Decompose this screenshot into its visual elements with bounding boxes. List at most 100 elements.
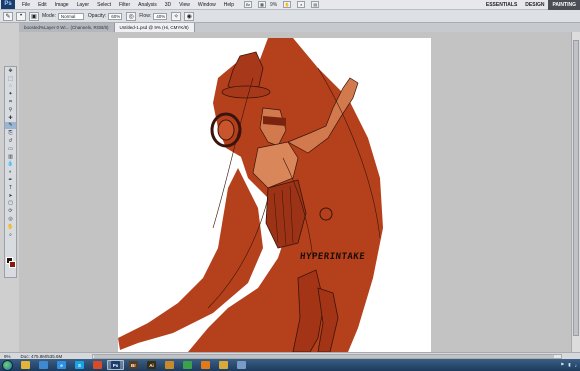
- menu-3d[interactable]: 3D: [161, 0, 175, 10]
- bridge-icon-glyph: Br: [129, 361, 138, 369]
- type-tool-icon[interactable]: T: [5, 184, 16, 192]
- airbrush-icon[interactable]: ✧: [171, 11, 182, 21]
- 3d-rotate-tool-icon[interactable]: ⟳: [5, 207, 16, 215]
- options-bar: ✎ • ▣ Mode: Normal Opacity: 60% ◎ Flow: …: [0, 10, 580, 23]
- dodge-tool-icon[interactable]: ◐: [5, 168, 16, 176]
- menu-filter[interactable]: Filter: [115, 0, 134, 10]
- workspace-switcher: ESSENTIALS DESIGN PAINTING: [482, 0, 580, 10]
- media-player-icon[interactable]: [197, 360, 214, 370]
- vertical-scroll-thumb[interactable]: [573, 40, 579, 336]
- hand-tool-icon[interactable]: ✋: [5, 223, 16, 231]
- workspace-design[interactable]: DESIGN: [521, 0, 548, 10]
- menu-edit[interactable]: Edit: [34, 0, 51, 10]
- media-icon-glyph: [39, 361, 48, 369]
- start-button[interactable]: [2, 359, 13, 371]
- lasso-tool-icon[interactable]: ◌: [5, 83, 16, 91]
- photoshop-logo: Ps: [1, 0, 15, 9]
- folder-icon[interactable]: [17, 360, 34, 370]
- flow-label: Flow:: [139, 13, 152, 19]
- pressure-size-icon[interactable]: ◉: [184, 11, 195, 21]
- status-doc-size: Doc: 475.8M/535.6M: [20, 353, 63, 359]
- gradient-tool-icon[interactable]: ▥: [5, 153, 16, 161]
- background-color-swatch[interactable]: [9, 261, 16, 268]
- illustrator-icon-glyph: Ai: [147, 361, 156, 369]
- tray-network-icon[interactable]: ▮: [568, 362, 570, 368]
- menu-view[interactable]: View: [175, 0, 194, 10]
- bridge-icon[interactable]: Br: [125, 360, 142, 370]
- brush-panel-icon[interactable]: ▣: [29, 11, 39, 21]
- app-icon[interactable]: [233, 360, 250, 370]
- blur-tool-icon[interactable]: 💧: [5, 161, 16, 169]
- flow-field[interactable]: 40%: [153, 12, 168, 20]
- horizontal-scrollbar[interactable]: [92, 353, 563, 359]
- zoom-level[interactable]: 9%: [270, 2, 277, 8]
- arrange-documents-icon[interactable]: ▤: [311, 1, 320, 8]
- document-canvas[interactable]: HYPERINTAKE: [118, 38, 431, 352]
- skype-icon-glyph: S: [75, 361, 84, 369]
- move-tool-icon[interactable]: ✥: [5, 67, 16, 75]
- menu-help[interactable]: Help: [220, 0, 238, 10]
- canvas-area: HYPERINTAKE: [19, 32, 571, 352]
- healing-brush-tool-icon[interactable]: ✚: [5, 114, 16, 122]
- menu-layer[interactable]: Layer: [73, 0, 94, 10]
- pen-tool-icon[interactable]: ✒: [5, 176, 16, 184]
- signature-text: HYPERINTAKE: [299, 252, 366, 262]
- crop-tool-icon[interactable]: ⌗: [5, 98, 16, 106]
- clone-stamp-tool-icon[interactable]: ⎘: [5, 129, 16, 137]
- path-select-tool-icon[interactable]: ➤: [5, 192, 16, 200]
- eraser-tool-icon[interactable]: ▭: [5, 145, 16, 153]
- eyedropper-tool-icon[interactable]: ⚲: [5, 106, 16, 114]
- status-bar: 9% Doc: 475.8M/535.6M: [0, 352, 580, 359]
- illustrator-icon[interactable]: Ai: [143, 360, 160, 370]
- menu-window[interactable]: Window: [194, 0, 220, 10]
- brush-preset-icon[interactable]: ✎: [3, 11, 13, 21]
- media-icon[interactable]: [35, 360, 52, 370]
- marquee-tool-icon[interactable]: ⬚: [5, 75, 16, 83]
- menu-file[interactable]: File: [18, 0, 34, 10]
- zoom-tool-icon[interactable]: ⌕: [297, 1, 306, 8]
- chrome-icon-glyph: [183, 361, 192, 369]
- workspace-painting[interactable]: PAINTING: [548, 0, 580, 10]
- hat-brim: [221, 85, 271, 99]
- tray-volume-icon[interactable]: ♪: [575, 363, 577, 368]
- opacity-field[interactable]: 60%: [108, 12, 123, 20]
- menu-image[interactable]: Image: [51, 0, 73, 10]
- pressure-opacity-icon[interactable]: ◎: [126, 11, 137, 21]
- horizontal-scroll-thumb[interactable]: [94, 354, 555, 358]
- skype-icon[interactable]: S: [71, 360, 88, 370]
- media-player-icon-glyph: [201, 361, 210, 369]
- tray-flag-icon[interactable]: ⚑: [560, 362, 564, 368]
- bridge-launch-icon[interactable]: Br: [244, 1, 253, 8]
- taskbar-apps: e S Ps Br Ai: [17, 360, 251, 370]
- tab-document-1[interactable]: boosted%Layer 0 Wi... (Channels, RGB/8): [19, 23, 115, 32]
- photoshop-icon-glyph: Ps: [111, 361, 120, 369]
- status-zoom[interactable]: 9%: [4, 354, 11, 359]
- ie-icon-glyph: e: [57, 361, 66, 369]
- minibridge-icon[interactable]: ▦: [258, 1, 267, 8]
- hand-tool-icon[interactable]: ✋: [283, 1, 292, 8]
- ie-icon[interactable]: e: [53, 360, 70, 370]
- menu-analysis[interactable]: Analysis: [134, 0, 161, 10]
- workspace-essentials[interactable]: ESSENTIALS: [482, 0, 521, 10]
- tab-document-2[interactable]: Untitled-1.psd @ 9% (Hi, CMYK/8): [114, 23, 195, 32]
- chrome-icon[interactable]: [179, 360, 196, 370]
- quick-select-tool-icon[interactable]: ✦: [5, 90, 16, 98]
- shape-tool-icon[interactable]: ▢: [5, 200, 16, 208]
- paint-icon-glyph: [165, 361, 174, 369]
- brush-size-icon[interactable]: •: [16, 11, 26, 21]
- mode-select[interactable]: Normal: [57, 12, 84, 20]
- mode-label: Mode:: [42, 13, 56, 19]
- brush-tool-icon[interactable]: ✎: [5, 121, 16, 130]
- paint-icon[interactable]: [161, 360, 178, 370]
- history-brush-tool-icon[interactable]: ↺: [5, 137, 16, 145]
- menu-select[interactable]: Select: [93, 0, 115, 10]
- tools-panel: ✥ ⬚ ◌ ✦ ⌗ ⚲ ✚ ✎ ⎘ ↺ ▭ ▥ 💧 ◐ ✒ T ➤ ▢ ⟳ ◎ …: [4, 66, 17, 278]
- app-icon-glyph: [237, 361, 246, 369]
- 3d-orbit-tool-icon[interactable]: ◎: [5, 215, 16, 223]
- system-tray: ⚑ ▮ ♪: [556, 359, 580, 371]
- folder2-icon[interactable]: [215, 360, 232, 370]
- browser-icon[interactable]: [89, 360, 106, 370]
- photoshop-icon[interactable]: Ps: [107, 360, 124, 370]
- zoom-tool-icon[interactable]: ⌕: [5, 231, 16, 239]
- vertical-scrollbar[interactable]: [571, 32, 580, 352]
